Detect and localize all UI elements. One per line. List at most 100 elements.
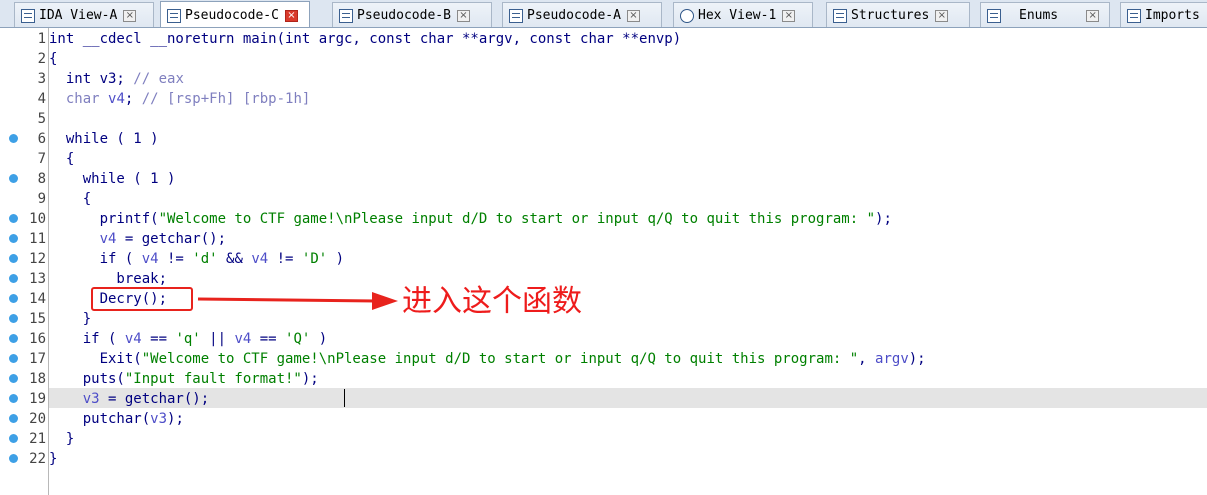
code-token: );: [167, 411, 184, 427]
code-line[interactable]: int __cdecl __noreturn main(int argc, co…: [49, 29, 681, 49]
code-token: ==: [251, 331, 286, 347]
breakpoint-dot-icon[interactable]: [9, 334, 18, 343]
code-line[interactable]: break;: [49, 269, 167, 289]
breakpoint-dot-icon[interactable]: [9, 134, 18, 143]
close-icon[interactable]: ×: [123, 9, 137, 22]
code-token: Exit(: [49, 351, 142, 367]
code-token: puts(: [49, 371, 125, 387]
ida-view-icon: [21, 8, 35, 23]
breakpoint-dot-icon[interactable]: [9, 434, 18, 443]
code-token: int __cdecl __noreturn main(int argc, co…: [49, 31, 682, 47]
breakpoint-dot-icon[interactable]: [9, 174, 18, 183]
close-icon[interactable]: ×: [284, 9, 298, 22]
close-icon[interactable]: ×: [626, 9, 640, 22]
tab-ida-view-a[interactable]: IDA View-A ×: [14, 2, 154, 27]
code-line[interactable]: {: [49, 189, 91, 209]
close-icon[interactable]: ×: [782, 9, 796, 22]
breakpoint-dot-icon[interactable]: [9, 414, 18, 423]
pseudocode-icon: [339, 8, 353, 23]
annotation-highlight-box: [91, 287, 193, 311]
code-token: v4: [251, 251, 269, 267]
line-number: 6: [37, 131, 46, 147]
code-token: 'D': [301, 251, 328, 267]
code-token: ||: [200, 331, 235, 347]
breakpoint-dot-icon[interactable]: [9, 394, 18, 403]
code-line[interactable]: char v4; // [rsp+Fh] [rbp-1h]: [49, 89, 310, 109]
tab-label: Structures: [851, 8, 930, 23]
code-line[interactable]: if ( v4 != 'd' && v4 != 'D' ): [49, 249, 344, 269]
tab-label: Enums: [1019, 8, 1059, 23]
line-number: 2: [37, 51, 46, 67]
line-number: 8: [37, 171, 46, 187]
code-token: break;: [49, 271, 168, 287]
code-token: !=: [268, 251, 302, 267]
tab-imports[interactable]: Imports: [1120, 2, 1207, 27]
code-line[interactable]: v4 = getchar();: [49, 229, 226, 249]
code-token: ;: [124, 91, 142, 107]
code-line[interactable]: while ( 1 ): [49, 129, 159, 149]
code-line[interactable]: }: [49, 449, 57, 469]
line-number: 19: [29, 391, 46, 407]
code-line[interactable]: }: [49, 429, 74, 449]
code-line[interactable]: {: [49, 49, 57, 69]
code-token: "Input fault format!": [124, 371, 302, 387]
code-line[interactable]: printf("Welcome to CTF game!\nPlease inp…: [49, 209, 892, 229]
line-number: 16: [29, 331, 46, 347]
code-token: }: [49, 431, 75, 447]
code-line[interactable]: while ( 1 ): [49, 169, 176, 189]
line-number: 9: [37, 191, 46, 207]
code-token: char: [49, 91, 109, 107]
code-line[interactable]: puts("Input fault format!");: [49, 369, 319, 389]
tab-label: Pseudocode-A: [527, 8, 621, 23]
pseudocode-icon: [167, 8, 181, 23]
tab-hex-view-1[interactable]: Hex View-1 ×: [673, 2, 813, 27]
code-line[interactable]: {: [49, 149, 74, 169]
breakpoint-dot-icon[interactable]: [9, 374, 18, 383]
code-token: // [rsp+Fh] [rbp-1h]: [141, 91, 311, 107]
breakpoint-dot-icon[interactable]: [9, 274, 18, 283]
code-token: v4: [49, 231, 117, 247]
code-token: !=: [158, 251, 193, 267]
code-token: &&: [217, 251, 252, 267]
breakpoint-dot-icon[interactable]: [9, 454, 18, 463]
tab-pseudocode-c[interactable]: Pseudocode-C ×: [160, 1, 310, 27]
tab-structures[interactable]: Structures ×: [826, 2, 970, 27]
tab-enums[interactable]: Enums ×: [980, 2, 1110, 27]
breakpoint-dot-icon[interactable]: [9, 314, 18, 323]
code-line[interactable]: }: [49, 309, 91, 329]
code-token: );: [908, 351, 926, 367]
code-line[interactable]: putchar(v3);: [49, 409, 184, 429]
line-number: 4: [37, 91, 46, 107]
imports-icon: [1127, 8, 1141, 23]
code-token: putchar(: [49, 411, 151, 427]
code-token: if (: [49, 251, 142, 267]
code-line[interactable]: if ( v4 == 'q' || v4 == 'Q' ): [49, 329, 327, 349]
line-number: 20: [29, 411, 46, 427]
line-number: 21: [29, 431, 46, 447]
close-icon[interactable]: ×: [456, 9, 470, 22]
code-token: 'q': [175, 331, 201, 347]
close-icon[interactable]: ×: [1086, 9, 1100, 22]
code-token: ==: [141, 331, 176, 347]
code-token: v4: [108, 91, 125, 107]
code-token: "Welcome to CTF game!\nPlease input d/D …: [158, 211, 876, 227]
enums-icon: [987, 8, 1001, 23]
breakpoint-dot-icon[interactable]: [9, 294, 18, 303]
line-number: 13: [29, 271, 46, 287]
code-line[interactable]: int v3; // eax: [49, 69, 184, 89]
code-token: ,: [858, 351, 876, 367]
code-token: "Welcome to CTF game!\nPlease input d/D …: [141, 351, 859, 367]
line-number: 10: [29, 211, 46, 227]
line-number: 15: [29, 311, 46, 327]
tab-pseudocode-b[interactable]: Pseudocode-B ×: [332, 2, 492, 27]
close-icon[interactable]: ×: [935, 9, 949, 22]
code-line[interactable]: Exit("Welcome to CTF game!\nPlease input…: [49, 349, 926, 369]
breakpoint-dot-icon[interactable]: [9, 354, 18, 363]
tab-pseudocode-a[interactable]: Pseudocode-A ×: [502, 2, 662, 27]
code-token: int v3;: [49, 71, 134, 87]
breakpoint-dot-icon[interactable]: [9, 234, 18, 243]
code-line[interactable]: v3 = getchar();: [49, 389, 209, 409]
breakpoint-dot-icon[interactable]: [9, 214, 18, 223]
line-number: 7: [37, 151, 46, 167]
breakpoint-dot-icon[interactable]: [9, 254, 18, 263]
